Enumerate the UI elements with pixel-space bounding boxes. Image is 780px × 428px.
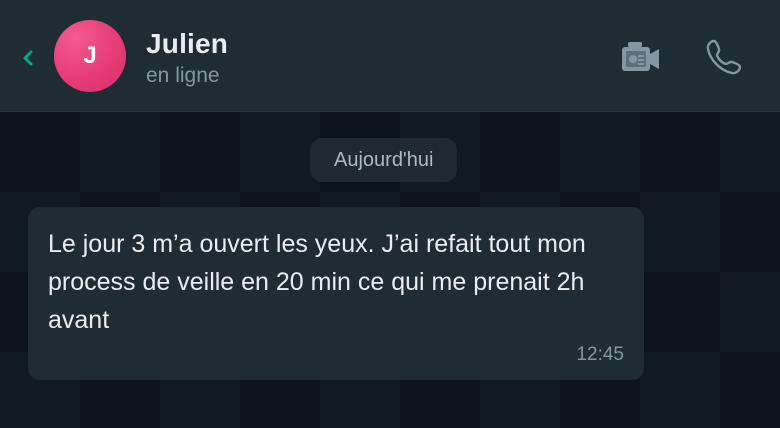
message-text: Le jour 3 m’a ouvert les yeux. J’ai refa… <box>48 230 586 334</box>
date-separator: Aujourd'hui <box>310 138 458 182</box>
chat-window: J Julien en ligne Aujourd'hui Le jour 3 … <box>0 0 780 428</box>
message-timestamp: 12:45 <box>576 344 624 365</box>
message-area[interactable]: Aujourd'hui Le jour 3 m’a ouvert les yeu… <box>0 112 780 428</box>
phone-icon[interactable] <box>704 37 744 77</box>
chat-header: J Julien en ligne <box>0 0 780 112</box>
video-camera-icon[interactable] <box>620 38 662 76</box>
message-bubble[interactable]: Le jour 3 m’a ouvert les yeux. J’ai refa… <box>28 207 644 380</box>
avatar-initial: J <box>83 42 97 69</box>
avatar[interactable]: J <box>54 20 126 92</box>
contact-status: en ligne <box>146 64 220 87</box>
chevron-left-icon[interactable] <box>20 48 36 68</box>
contact-name[interactable]: Julien <box>146 28 228 60</box>
